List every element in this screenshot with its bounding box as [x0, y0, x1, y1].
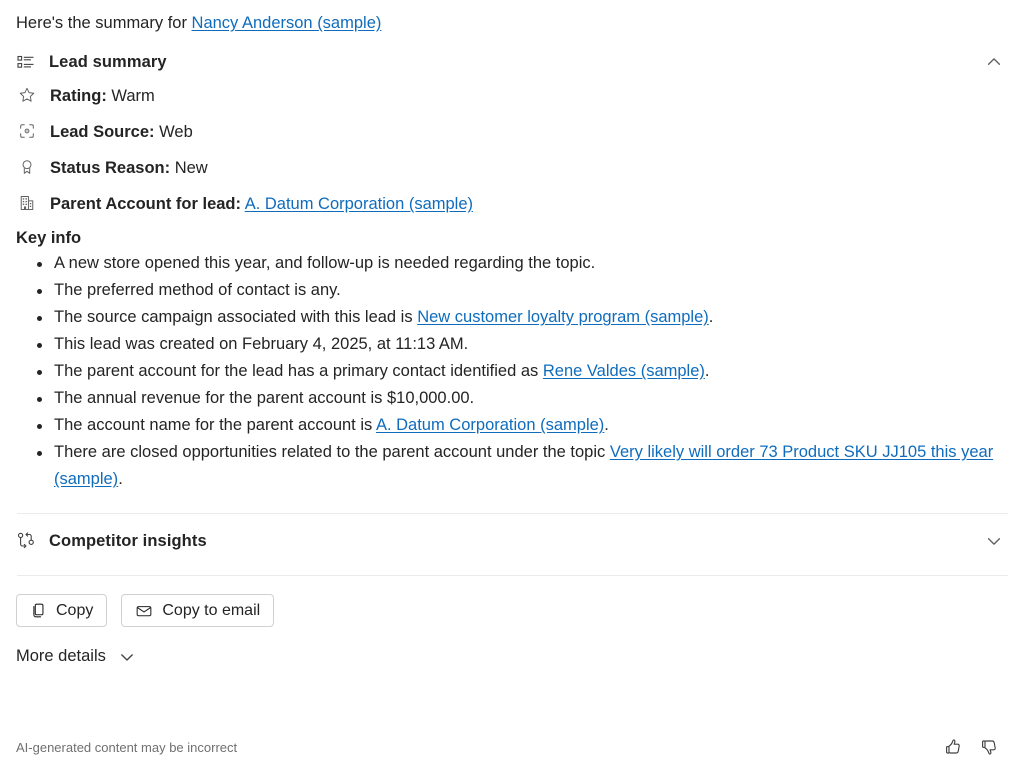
copy-to-email-button-label: Copy to email: [162, 601, 261, 619]
campaign-link[interactable]: New customer loyalty program (sample): [417, 308, 709, 326]
list-item: A new store opened this year, and follow…: [37, 250, 1009, 277]
list-item: The source campaign associated with this…: [37, 304, 1009, 331]
target-icon: [16, 122, 38, 140]
divider-top: [17, 513, 1008, 514]
list-item-text: There are closed opportunities related t…: [54, 443, 610, 461]
chevron-down-icon[interactable]: [985, 532, 1009, 550]
ribbon-icon: [16, 158, 38, 176]
branch-icon: [16, 531, 40, 551]
more-details-label: More details: [16, 647, 106, 665]
field-row-lead-source: Lead Source: Web: [16, 121, 1009, 143]
list-item: The annual revenue for the parent accoun…: [37, 385, 1009, 412]
list-item-text: The preferred method of contact is any.: [54, 281, 341, 299]
list-icon: [16, 52, 40, 72]
star-icon: [16, 86, 38, 104]
key-info-heading: Key info: [16, 229, 82, 247]
list-item-text: This lead was created on February 4, 202…: [54, 335, 469, 353]
copy-icon: [30, 602, 47, 619]
field-label: Rating:: [50, 87, 107, 105]
intro-prefix: Here's the summary for: [16, 14, 192, 32]
copy-button[interactable]: Copy: [16, 594, 108, 627]
competitor-insights-section-header[interactable]: Competitor insights: [16, 528, 1009, 554]
lead-summary-fields: Rating: Warm Lead Source: Web Status Rea…: [16, 85, 1009, 215]
list-item: The parent account for the lead has a pr…: [37, 358, 1009, 385]
field-label: Parent Account for lead:: [50, 195, 241, 213]
divider-bottom: [17, 575, 1008, 576]
list-item-text-after: .: [704, 362, 710, 380]
thumbs-down-icon[interactable]: [979, 737, 999, 757]
parent-account-link[interactable]: A. Datum Corporation (sample): [245, 195, 473, 213]
account-name-link[interactable]: A. Datum Corporation (sample): [376, 416, 604, 434]
mail-icon: [135, 602, 153, 620]
list-item-text: The annual revenue for the parent accoun…: [54, 389, 475, 407]
field-row-status-reason: Status Reason: New: [16, 157, 1009, 179]
building-icon: [16, 194, 38, 212]
list-item: This lead was created on February 4, 202…: [37, 331, 1009, 358]
lead-summary-title: Lead summary: [49, 52, 167, 71]
list-item-text: The parent account for the lead has a pr…: [54, 362, 543, 380]
action-buttons: Copy Copy to email: [16, 594, 1009, 627]
copy-to-email-button[interactable]: Copy to email: [121, 594, 275, 627]
field-row-rating: Rating: Warm: [16, 85, 1009, 107]
list-item: The preferred method of contact is any.: [37, 277, 1009, 304]
copy-button-label: Copy: [56, 601, 94, 619]
list-item-text-after: .: [604, 416, 609, 434]
chevron-down-icon[interactable]: [118, 648, 136, 666]
lead-summary-section-header[interactable]: Lead summary: [16, 49, 1009, 75]
more-details-toggle[interactable]: More details: [16, 647, 136, 666]
list-item-text-after: .: [708, 308, 714, 326]
list-item-text: The source campaign associated with this…: [54, 308, 418, 326]
chevron-up-icon[interactable]: [985, 53, 1009, 71]
lead-record-link[interactable]: Nancy Anderson (sample): [192, 14, 382, 32]
field-value: Web: [159, 123, 193, 141]
key-info-list: A new store opened this year, and follow…: [16, 250, 1009, 493]
intro-line: Here's the summary for Nancy Anderson (s…: [16, 0, 1009, 35]
list-item-text-after: .: [118, 470, 123, 488]
list-item-text: A new store opened this year, and follow…: [54, 254, 596, 272]
ai-disclaimer: AI-generated content may be incorrect: [16, 739, 238, 755]
list-item: There are closed opportunities related t…: [37, 439, 1009, 493]
ai-summary-card: Here's the summary for Nancy Anderson (s…: [0, 0, 1025, 765]
thumbs-up-icon[interactable]: [943, 737, 963, 757]
footer: AI-generated content may be incorrect: [16, 737, 1009, 757]
competitor-insights-title: Competitor insights: [49, 531, 207, 550]
field-value: New: [174, 159, 208, 177]
primary-contact-link[interactable]: Rene Valdes (sample): [543, 362, 705, 380]
field-row-parent-account: Parent Account for lead: A. Datum Corpor…: [16, 193, 1009, 215]
field-value: Warm: [111, 87, 155, 105]
feedback-controls: [943, 737, 1009, 757]
list-item: The account name for the parent account …: [37, 412, 1009, 439]
list-item-text: The account name for the parent account …: [54, 416, 376, 434]
field-label: Lead Source:: [50, 123, 155, 141]
field-label: Status Reason:: [50, 159, 171, 177]
